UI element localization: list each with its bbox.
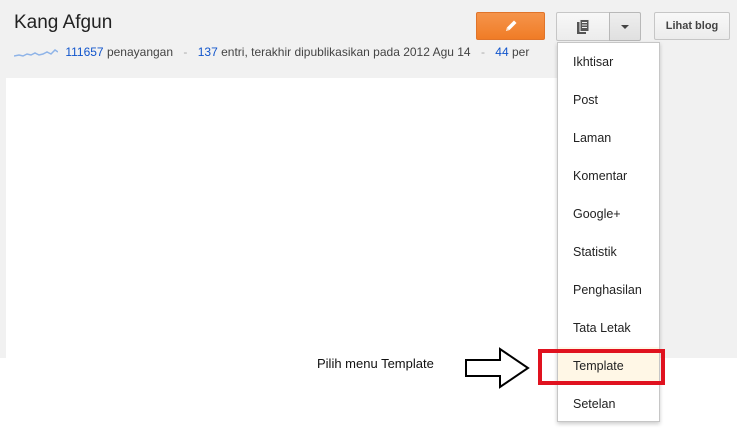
third-count[interactable]: 44 <box>495 45 508 59</box>
menu-item-tata-letak[interactable]: Tata Letak <box>558 309 659 347</box>
entries-label: entri, terakhir dipublikasikan pada 2012… <box>221 45 471 59</box>
menu-item-setelan[interactable]: Setelan <box>558 385 659 423</box>
annotation-text: Pilih menu Template <box>317 356 434 371</box>
blog-title[interactable]: Kang Afgun <box>14 12 112 34</box>
left-margin <box>0 78 6 358</box>
menu-item-komentar[interactable]: Komentar <box>558 157 659 195</box>
pages-icon <box>577 18 590 34</box>
separator: - <box>480 45 485 59</box>
views-count[interactable]: 111657 <box>65 45 103 59</box>
menu-item-laman[interactable]: Laman <box>558 119 659 157</box>
view-blog-button[interactable]: Lihat blog <box>654 12 730 40</box>
menu-item-post[interactable]: Post <box>558 81 659 119</box>
menu-item-ikhtisar[interactable]: Ikhtisar <box>558 43 659 81</box>
pages-button[interactable] <box>556 12 610 41</box>
right-margin <box>660 78 737 358</box>
more-options-button[interactable] <box>609 12 641 41</box>
menu-item-google-plus[interactable]: Google+ <box>558 195 659 233</box>
template-highlight-box <box>538 349 665 385</box>
pencil-icon <box>505 20 516 31</box>
menu-item-penghasilan[interactable]: Penghasilan <box>558 271 659 309</box>
caret-down-icon <box>621 24 629 29</box>
separator: - <box>183 45 188 59</box>
third-label: per <box>512 45 530 59</box>
menu-item-statistik[interactable]: Statistik <box>558 233 659 271</box>
arrow-right-icon <box>465 347 530 389</box>
entries-count[interactable]: 137 <box>198 45 218 59</box>
sparkline-icon <box>14 48 58 57</box>
views-label: penayangan <box>106 45 174 59</box>
new-post-button[interactable] <box>476 12 545 40</box>
blog-stats: 111657 penayangan - 137 entri, terakhir … <box>14 45 529 59</box>
